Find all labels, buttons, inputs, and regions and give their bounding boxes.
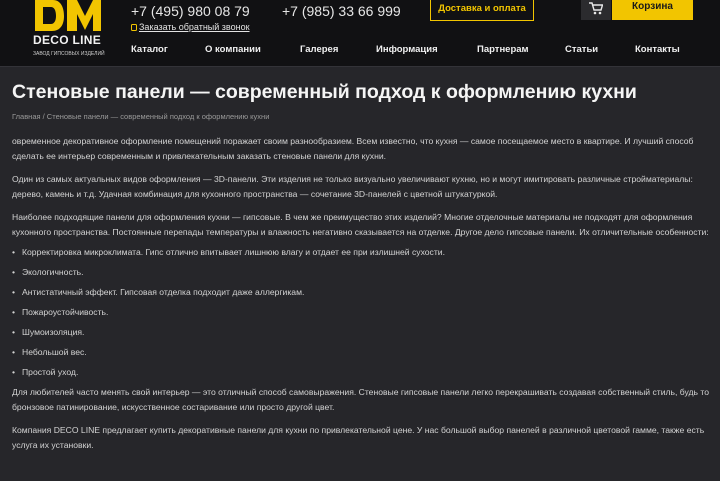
cart-icon-button[interactable] — [581, 0, 611, 20]
callback-link[interactable]: Заказать обратный звонок — [131, 22, 250, 32]
phone-number-1[interactable]: +7 (495) 980 08 79 — [131, 3, 250, 19]
article-paragraph: Наиболее подходящие панели для оформлени… — [12, 212, 709, 237]
article-body: овременное декоративное оформление помещ… — [12, 134, 720, 453]
list-item: Экологичность. — [12, 265, 720, 285]
phone-number-2[interactable]: +7 (985) 33 66 999 — [282, 3, 401, 19]
delivery-button[interactable]: Доставка и оплата — [430, 0, 534, 21]
features-list: Корректировка микроклимата. Гипс отлично… — [12, 245, 720, 385]
site-header: DECO LINE ЗАВОД ГИПСОВЫХ ИЗДЕЛИЙ +7 (495… — [0, 0, 720, 66]
phone-icon — [131, 24, 137, 31]
article-paragraph: овременное декоративное оформление помещ… — [12, 136, 694, 161]
nav-item-about[interactable]: О компании — [205, 44, 261, 55]
nav-item-information[interactable]: Информация — [376, 44, 438, 55]
article-paragraph: Один из самых актуальных видов оформлени… — [12, 174, 693, 199]
list-item: Небольшой вес. — [12, 345, 720, 365]
article-paragraph: Для любителей часто менять свой интерьер… — [12, 387, 710, 412]
logo-subtitle: ЗАВОД ГИПСОВЫХ ИЗДЕЛИЙ — [33, 51, 105, 57]
callback-link-label: Заказать обратный звонок — [139, 22, 250, 32]
breadcrumb[interactable]: Главная / Стеновые панели — современный … — [12, 112, 269, 121]
nav-item-gallery[interactable]: Галерея — [300, 44, 338, 55]
list-item: Пожароустойчивость. — [12, 305, 720, 325]
page-title: Стеновые панели — современный подход к о… — [12, 81, 637, 103]
main-content: Стеновые панели — современный подход к о… — [0, 66, 720, 481]
nav-item-articles[interactable]: Статьи — [565, 44, 598, 55]
logo-mark-icon — [35, 0, 101, 31]
nav-item-partners[interactable]: Партнерам — [477, 44, 529, 55]
logo-name: DECO LINE — [33, 33, 102, 47]
site-logo[interactable]: DECO LINE ЗАВОД ГИПСОВЫХ ИЗДЕЛИЙ — [31, 0, 105, 60]
nav-item-contacts[interactable]: Контакты — [635, 44, 680, 55]
cart-button[interactable]: Корзина — [612, 0, 693, 20]
nav-item-catalog[interactable]: Каталог — [131, 44, 168, 55]
article-paragraph: Компания DECO LINE предлагает купить дек… — [12, 425, 705, 450]
list-item: Антистатичный эффект. Гипсовая отделка п… — [12, 285, 720, 305]
cart-icon — [589, 2, 603, 15]
list-item: Корректировка микроклимата. Гипс отлично… — [12, 245, 720, 265]
list-item: Шумоизоляция. — [12, 325, 720, 345]
list-item: Простой уход. — [12, 365, 720, 385]
